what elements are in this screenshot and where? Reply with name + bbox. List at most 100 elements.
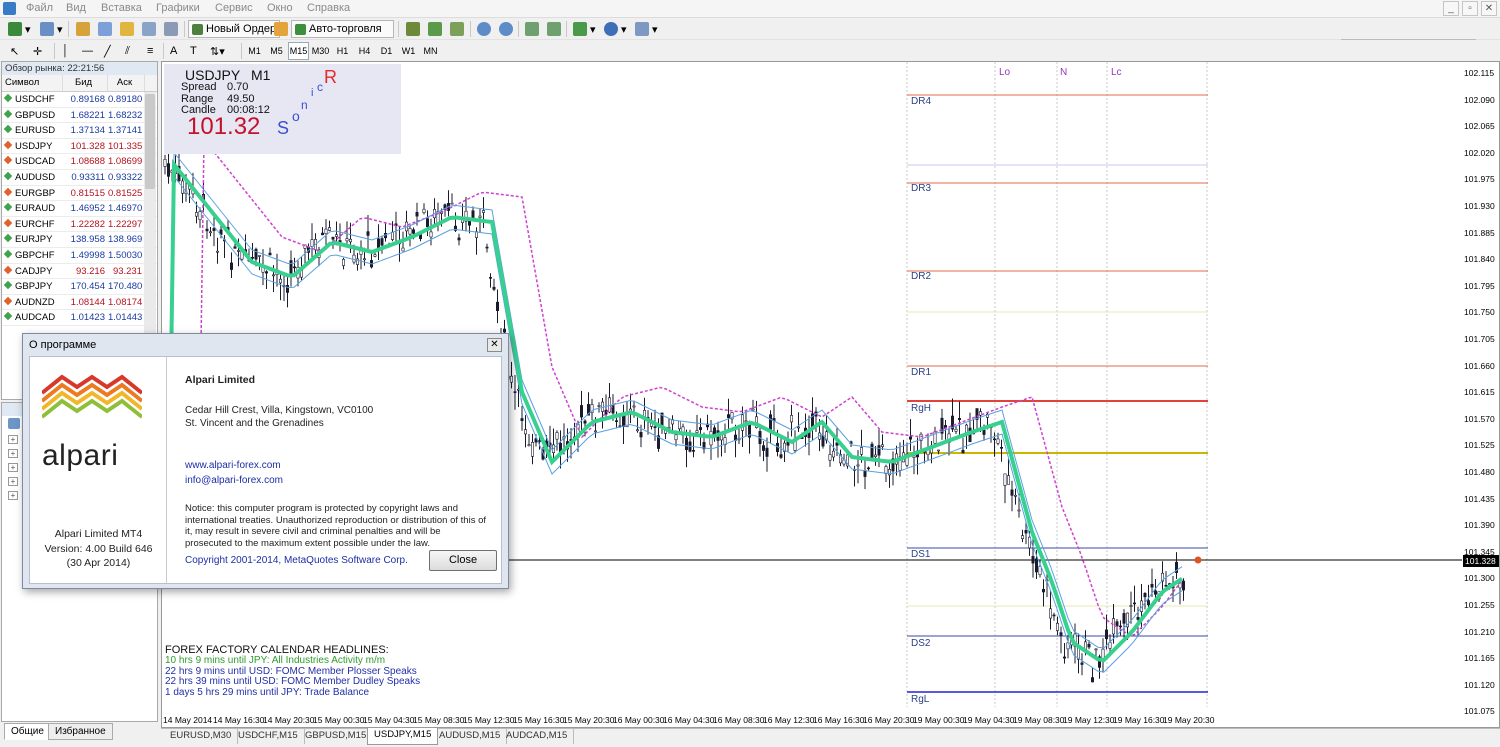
market-watch-row[interactable]: EURGBP 0.81515 0.81525 xyxy=(2,186,157,202)
navigator-root-icon[interactable] xyxy=(8,418,20,429)
chart-shift-button[interactable] xyxy=(521,20,543,38)
time-tick: 14 May 2014 xyxy=(163,715,213,725)
menu-tools[interactable]: Сервис xyxy=(215,2,253,14)
text-button[interactable]: A xyxy=(166,42,181,60)
tf-m5[interactable]: M5 xyxy=(266,42,287,60)
menu-insert[interactable]: Вставка xyxy=(101,2,142,14)
column-bid[interactable]: Бид xyxy=(63,75,108,91)
chart-tab[interactable]: GBPUSD,M15 xyxy=(299,729,374,744)
autoscroll-button[interactable] xyxy=(543,20,565,38)
horizontal-line-button[interactable]: — xyxy=(78,42,97,60)
close-button[interactable]: Close xyxy=(429,550,497,571)
new-chart-button[interactable]: ▾ xyxy=(4,20,35,38)
candle-body xyxy=(744,420,748,423)
indicators-button[interactable]: ▾ xyxy=(569,20,600,38)
candle-body xyxy=(331,236,335,240)
periods-button[interactable]: ▾ xyxy=(600,20,631,38)
nav-expand-icon[interactable]: + xyxy=(8,477,18,486)
arrows-button[interactable]: ⇅▾ xyxy=(206,42,229,60)
navigator-button[interactable] xyxy=(116,20,138,38)
candle-body xyxy=(880,444,884,447)
candle-body xyxy=(425,218,429,227)
tab-common[interactable]: Общие xyxy=(4,723,51,740)
market-watch-row[interactable]: USDJPY 101.328 101.335 xyxy=(2,139,157,155)
menu-help[interactable]: Справка xyxy=(307,2,350,14)
chart-tab[interactable]: AUDUSD,M15 xyxy=(433,729,508,744)
terminal-button[interactable] xyxy=(138,20,160,38)
candle-body xyxy=(537,440,541,442)
menu-window[interactable]: Окно xyxy=(267,2,293,14)
candle-chart-button[interactable] xyxy=(424,20,446,38)
cursor-button[interactable]: ↖ xyxy=(6,42,23,60)
tf-d1[interactable]: D1 xyxy=(376,42,397,60)
market-watch-row[interactable]: EURAUD 1.46952 1.46970 xyxy=(2,201,157,217)
market-watch-row[interactable]: CADJPY 93.216 93.231 xyxy=(2,264,157,280)
menu-file[interactable]: Файл xyxy=(26,2,53,14)
tf-m15[interactable]: M15 xyxy=(288,42,309,60)
bar-chart-button[interactable] xyxy=(402,20,424,38)
tf-h1[interactable]: H1 xyxy=(332,42,353,60)
channel-button[interactable]: ⫽ xyxy=(121,42,134,60)
nav-expand-icon[interactable]: + xyxy=(8,435,18,444)
market-watch-row[interactable]: GBPUSD 1.68221 1.68232 xyxy=(2,108,157,124)
tester-icon xyxy=(164,22,178,36)
email-link[interactable]: info@alpari-forex.com xyxy=(185,475,283,486)
menu-view[interactable]: Вид xyxy=(66,2,86,14)
candle-body xyxy=(286,285,290,293)
column-symbol[interactable]: Символ xyxy=(2,75,63,91)
nav-expand-icon[interactable]: + xyxy=(8,463,18,472)
tf-h4[interactable]: H4 xyxy=(354,42,375,60)
tf-mn[interactable]: MN xyxy=(420,42,441,60)
chart-tab[interactable]: EURUSD,M30 xyxy=(164,729,239,744)
market-watch-button[interactable] xyxy=(72,20,94,38)
dialog-close-icon[interactable]: ✕ xyxy=(487,338,502,352)
zoom-in-button[interactable] xyxy=(473,20,495,38)
market-watch-row[interactable]: USDCAD 1.08688 1.08699 xyxy=(2,154,157,170)
website-link[interactable]: www.alpari-forex.com xyxy=(185,460,281,471)
nav-expand-icon[interactable]: + xyxy=(8,449,18,458)
column-ask[interactable]: Аск xyxy=(108,75,145,91)
minimize-icon[interactable]: _ xyxy=(1443,1,1459,16)
time-tick: 16 May 12:30 xyxy=(763,715,815,725)
label-button[interactable]: T xyxy=(186,42,201,60)
chart-tab[interactable]: USDCHF,M15 xyxy=(232,729,305,744)
zoom-out-button[interactable] xyxy=(495,20,517,38)
market-watch-row[interactable]: GBPCHF 1.49998 1.50030 xyxy=(2,248,157,264)
tab-favorites[interactable]: Избранное xyxy=(48,723,113,740)
trendline-button[interactable]: ╱ xyxy=(100,42,115,60)
data-window-button[interactable] xyxy=(94,20,116,38)
candle-body xyxy=(1003,473,1007,486)
tf-w1[interactable]: W1 xyxy=(398,42,419,60)
market-watch-row[interactable]: AUDNZD 1.08144 1.08174 xyxy=(2,295,157,311)
tf-m1[interactable]: M1 xyxy=(244,42,265,60)
new-order-button[interactable]: Новый Ордер xyxy=(188,20,281,38)
meta-editor-button[interactable] xyxy=(270,20,292,38)
vertical-line-button[interactable]: │ xyxy=(58,42,73,60)
crosshair-button[interactable]: ✛ xyxy=(29,42,46,60)
chart-tab[interactable]: AUDCAD,M15 xyxy=(500,729,575,744)
templates-button[interactable]: ▾ xyxy=(631,20,662,38)
line-chart-button[interactable] xyxy=(446,20,468,38)
dialog-title: О программе xyxy=(29,339,97,351)
market-watch-row[interactable]: EURCHF 1.22282 1.22297 xyxy=(2,217,157,233)
market-watch-row[interactable]: EURUSD 1.37134 1.37141 xyxy=(2,123,157,139)
market-watch-row[interactable]: AUDCAD 1.01423 1.01443 xyxy=(2,310,157,326)
market-watch-row[interactable]: AUDUSD 0.93311 0.93322 xyxy=(2,170,157,186)
chart-tab[interactable]: USDJPY,M15 xyxy=(367,728,439,745)
close-window-icon[interactable]: ✕ xyxy=(1481,1,1497,16)
market-watch-row[interactable]: EURJPY 138.958 138.969 xyxy=(2,232,157,248)
autotrading-button[interactable]: Авто-торговля xyxy=(291,20,394,38)
tf-m30[interactable]: M30 xyxy=(310,42,331,60)
market-watch-row[interactable]: GBPJPY 170.454 170.480 xyxy=(2,279,157,295)
restore-icon[interactable]: ▫ xyxy=(1462,1,1478,16)
menu-charts[interactable]: Графики xyxy=(156,2,200,14)
scrollbar-thumb[interactable] xyxy=(145,94,155,189)
tester-button[interactable] xyxy=(160,20,182,38)
price-tick: 102.020 xyxy=(1464,147,1495,158)
fibonacci-button[interactable]: ≡ xyxy=(143,42,157,60)
price-tick: 101.210 xyxy=(1464,626,1495,637)
chart-tabs: EURUSD,M30 USDCHF,M15 GBPUSD,M15 USDJPY,M15… xyxy=(161,728,1500,745)
market-watch-row[interactable]: USDCHF 0.89168 0.89180 xyxy=(2,92,157,108)
profiles-button[interactable]: ▾ xyxy=(36,20,67,38)
nav-expand-icon[interactable]: + xyxy=(8,491,18,500)
